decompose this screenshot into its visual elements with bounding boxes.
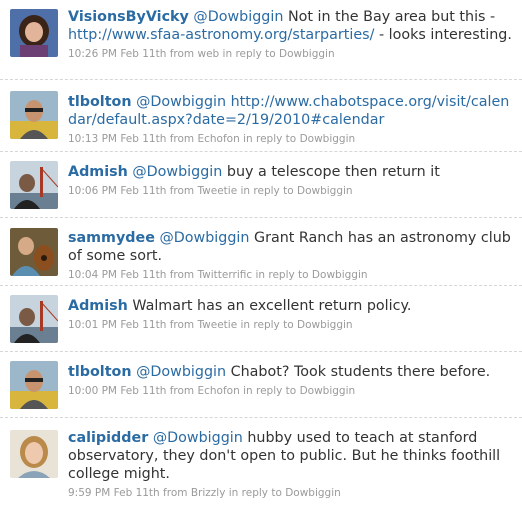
- tweet-text: Chabot? Took students there before.: [230, 364, 491, 380]
- tweet-meta: 10:04 PM Feb 11th from Twitterrific in r…: [68, 269, 368, 281]
- avatar[interactable]: [10, 9, 58, 57]
- avatar[interactable]: [10, 161, 58, 209]
- tweet-item: Admish @Dowbiggin buy a telescope then r…: [0, 152, 522, 218]
- avatar[interactable]: [10, 295, 58, 343]
- tweet-meta: 10:01 PM Feb 11th from Tweetie in reply …: [68, 319, 353, 331]
- tweet-item: tlbolton @Dowbiggin Chabot? Took student…: [0, 352, 522, 418]
- avatar[interactable]: [10, 361, 58, 409]
- golden-gate-avatar-icon: [10, 295, 58, 343]
- tweet-meta: 9:59 PM Feb 11th from Brizzly in reply t…: [68, 487, 341, 499]
- username[interactable]: calipidder: [68, 430, 148, 446]
- username[interactable]: VisionsByVicky: [68, 9, 189, 25]
- tweet-meta: 10:26 PM Feb 11th from web in reply to D…: [68, 48, 335, 60]
- mention-link[interactable]: @Dowbiggin: [159, 230, 249, 246]
- woman-blonde-avatar-icon: [10, 430, 58, 478]
- tweet-text: Walmart has an excellent return policy.: [132, 298, 412, 314]
- man-sunglasses-avatar-icon: [10, 91, 58, 139]
- mention-link[interactable]: @Dowbiggin: [193, 9, 283, 25]
- username[interactable]: Admish: [68, 298, 128, 314]
- mention-link[interactable]: @Dowbiggin: [132, 164, 222, 180]
- mention-link[interactable]: @Dowbiggin: [136, 364, 226, 380]
- tweet-text: Not in the Bay area but this -: [287, 9, 496, 25]
- username[interactable]: tlbolton: [68, 94, 132, 110]
- tweet-timeline: VisionsByVicky @Dowbiggin Not in the Bay…: [0, 0, 522, 508]
- avatar[interactable]: [10, 228, 58, 276]
- tweet-item: sammydee @Dowbiggin Grant Ranch has an a…: [0, 218, 522, 286]
- tweet-item: tlbolton @Dowbiggin http://www.chabotspa…: [0, 80, 522, 152]
- tweet-item: calipidder @Dowbiggin hubby used to teac…: [0, 418, 522, 508]
- man-guitar-avatar-icon: [10, 228, 58, 276]
- username[interactable]: tlbolton: [68, 364, 132, 380]
- avatar[interactable]: [10, 91, 58, 139]
- tweet-meta: 10:00 PM Feb 11th from Echofon in reply …: [68, 385, 356, 397]
- username[interactable]: sammydee: [68, 230, 155, 246]
- mention-link[interactable]: @Dowbiggin: [136, 94, 226, 110]
- tweet-item: VisionsByVicky @Dowbiggin Not in the Bay…: [0, 0, 522, 80]
- tweet-text-after: - looks interesting.: [374, 27, 512, 43]
- avatar[interactable]: [10, 430, 58, 478]
- golden-gate-avatar-icon: [10, 161, 58, 209]
- woman-dark-hair-avatar-icon: [10, 9, 58, 57]
- tweet-link[interactable]: http://www.sfaa-astronomy.org/starpartie…: [68, 27, 374, 43]
- tweet-item: Admish Walmart has an excellent return p…: [0, 286, 522, 352]
- username[interactable]: Admish: [68, 164, 128, 180]
- tweet-meta: 10:13 PM Feb 11th from Echofon in reply …: [68, 133, 356, 145]
- tweet-link[interactable]: http://www.chabotspace.org/visit/calenda…: [68, 94, 509, 128]
- mention-link[interactable]: @Dowbiggin: [153, 430, 243, 446]
- tweet-text: buy a telescope then return it: [226, 164, 440, 180]
- man-sunglasses-avatar-icon: [10, 361, 58, 409]
- tweet-meta: 10:06 PM Feb 11th from Tweetie in reply …: [68, 185, 353, 197]
